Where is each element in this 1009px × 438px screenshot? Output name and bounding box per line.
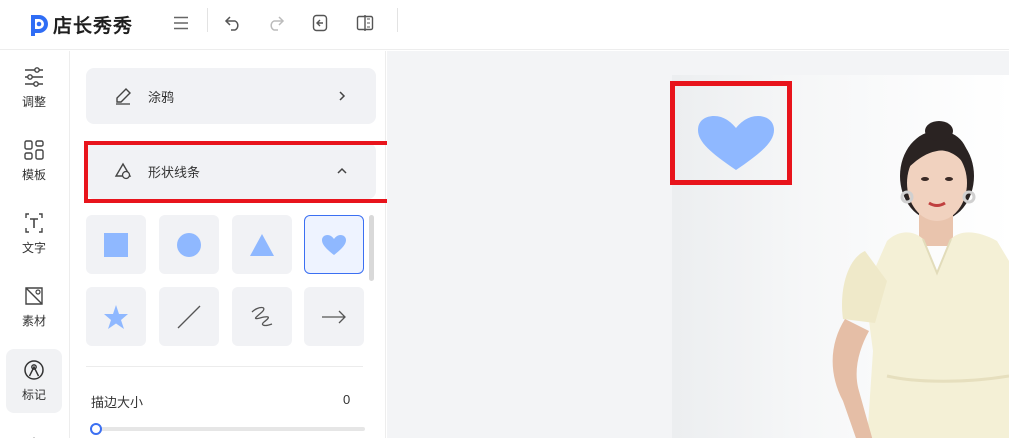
- material-icon: [25, 287, 43, 305]
- toolbar-divider: [397, 8, 398, 32]
- square-icon: [104, 232, 128, 257]
- redo-icon[interactable]: [263, 10, 289, 36]
- import-icon[interactable]: [307, 10, 333, 36]
- toolbar-divider: [207, 8, 208, 32]
- heart-icon: [322, 234, 346, 255]
- rail-item-adjust[interactable]: 调整: [6, 56, 62, 120]
- rail-item-mark[interactable]: 标记: [6, 349, 62, 413]
- shape-triangle[interactable]: [232, 215, 292, 274]
- stroke-size-slider-thumb[interactable]: [90, 423, 102, 435]
- line-icon: [177, 305, 201, 328]
- sliders-icon: [25, 67, 43, 87]
- star-icon: [104, 304, 128, 329]
- tool-rail: 调整 模板 文字 素材 标记: [0, 51, 70, 438]
- shape-scribble[interactable]: [232, 287, 292, 346]
- logo-mark-icon: [31, 14, 48, 36]
- shape-square[interactable]: [86, 215, 146, 274]
- arrow-icon: [322, 310, 346, 323]
- rail-label: 素材: [21, 314, 46, 328]
- template-icon: [24, 140, 44, 160]
- rail-label: 模板: [21, 168, 46, 182]
- rail-label: 标记: [21, 388, 46, 402]
- shape-star[interactable]: [86, 287, 146, 346]
- editor-canvas[interactable]: [387, 51, 1009, 438]
- top-toolbar: 店长秀秀: [0, 0, 1009, 50]
- triangle-icon: [250, 233, 274, 256]
- model-photo: [832, 121, 1009, 438]
- undo-icon[interactable]: [220, 10, 246, 36]
- circle-icon: [177, 232, 201, 257]
- panel-divider: [86, 366, 363, 367]
- shape-line[interactable]: [159, 287, 219, 346]
- rail-item-template[interactable]: 模板: [6, 129, 62, 193]
- stroke-size-label: 描边大小: [91, 396, 144, 411]
- mark-panel: 涂鸦 形状线条 描边大小 0: [71, 51, 391, 438]
- shape-heart[interactable]: [304, 215, 364, 274]
- scribble-icon: [251, 306, 273, 326]
- stroke-size-slider[interactable]: [95, 427, 365, 431]
- shape-arrow[interactable]: [304, 287, 364, 346]
- panel-scrollbar[interactable]: [369, 215, 374, 281]
- rail-item-material[interactable]: 素材: [6, 275, 62, 339]
- menu-icon[interactable]: [168, 10, 194, 36]
- text-icon: [25, 213, 43, 233]
- doodle-label: 涂鸦: [148, 90, 175, 106]
- shapes-highlight-box: [84, 141, 391, 203]
- rail-item-more[interactable]: [6, 423, 62, 438]
- rail-label: 调整: [21, 95, 46, 109]
- chevron-right-icon: [339, 91, 346, 101]
- compare-icon[interactable]: [352, 10, 378, 36]
- app-name: 店长秀秀: [53, 15, 134, 37]
- shape-circle[interactable]: [159, 215, 219, 274]
- rail-label: 文字: [21, 241, 46, 255]
- mark-icon: [24, 360, 44, 380]
- brush-icon: [116, 88, 131, 105]
- stroke-size-value: 0: [343, 392, 351, 407]
- doodle-section[interactable]: 涂鸦: [86, 68, 376, 124]
- app-logo: 店长秀秀: [28, 11, 133, 38]
- rail-item-text[interactable]: 文字: [6, 202, 62, 266]
